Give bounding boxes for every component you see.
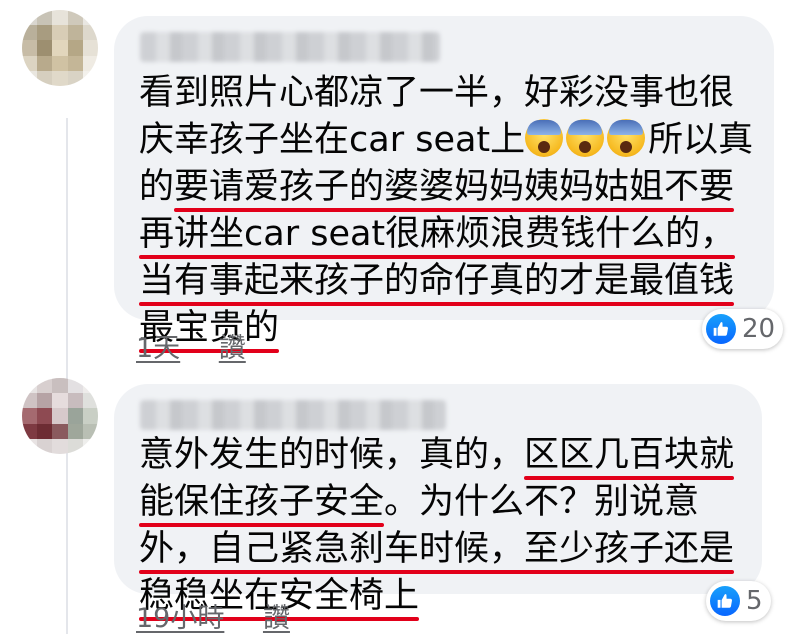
thumbs-up-icon [710,586,740,616]
avatar-pixel [52,10,68,26]
commenter-name-blurred[interactable] [140,400,446,430]
text-segment: 。为什么不？别说意 [384,482,700,522]
comment-line: 能保住孩子安全。为什么不？别说意 [139,479,734,527]
avatar-pixel [22,393,38,409]
avatar-pixel [52,393,68,409]
avatar-pixel [37,438,53,454]
highlighted-text: 要请爱孩子的婆婆妈妈姨妈姑姐不要 [174,164,735,212]
text-segment: 所以真 [648,120,754,160]
face-screaming-in-fear-icon [525,119,564,157]
avatar-pixel [52,378,68,394]
comment-timestamp[interactable]: 19小時 [136,603,224,634]
comment-line: 当有事起来孩子的命仔真的才是最值钱 [139,258,753,306]
comment-line: 庆幸孩子坐在car seat上 所以真 [139,117,753,164]
avatar-pixel [67,378,83,394]
comment-line: 再讲坐car seat很麻烦浪费钱什么的， [139,211,753,259]
avatar-pixel [37,55,53,71]
avatar-pixel [37,70,53,86]
avatar-pixel [22,55,38,71]
avatar-pixel [22,70,38,86]
reaction-count: 5 [746,586,763,616]
comment-meta: 19小時 讚 [136,596,290,635]
avatar-pixel [82,408,98,424]
avatar-pixel [22,25,38,41]
avatar-pixel [22,438,38,454]
reply-thread-line [66,118,68,634]
commenter-name-blurred[interactable] [140,32,440,62]
reaction-summary[interactable]: 5 [706,581,771,621]
avatar-pixel [37,408,53,424]
avatar-pixel [82,70,98,86]
avatar-pixel [82,423,98,439]
avatar-pixel [52,55,68,71]
text-segment: 意外发生的时候，真的， [139,435,525,475]
avatar-pixel [37,25,53,41]
highlighted-text: 能保住孩子安全 [139,479,385,527]
commenter-avatar[interactable] [22,378,98,454]
highlighted-text: 再讲坐car seat很麻烦浪费钱什么的， [139,211,736,259]
reaction-summary[interactable]: 20 [702,309,784,349]
like-action-link[interactable]: 讚 [263,603,290,634]
comment-bubble: 看到照片心都凉了一半，好彩没事也很 庆幸孩子坐在car seat上 所以真 的要请爱孩… [114,16,774,353]
comment-line: 外，自己紧急刹车时候，至少孩子还是 [139,526,735,574]
avatar-pixel [67,25,83,41]
avatar-pixel [22,423,38,439]
comment-bubble: 意外发生的时候，真的，区区几百块就 能保住孩子安全。为什么不？别说意 外，自己紧急刹… [114,384,762,621]
avatar-pixel [52,408,68,424]
avatar-pixel [82,25,98,41]
face-screaming-in-fear-icon [566,119,605,157]
text-segment: 庆幸孩子坐在car seat上 [139,120,526,160]
avatar-pixel [52,70,68,86]
avatar-pixel [22,408,38,424]
avatar-pixel [82,10,98,26]
comment-timestamp[interactable]: 1天 [136,333,180,364]
avatar-pixel [67,393,83,409]
avatar-pixel [82,55,98,71]
avatar-pixel [82,40,98,56]
comment-text: 意外发生的时候，真的，区区几百块就 能保住孩子安全。为什么不？别说意 外，自己紧急刹… [139,432,735,621]
avatar-pixel [52,40,68,56]
highlighted-text: 区区几百块就 [524,432,735,480]
avatar-pixel [52,438,68,454]
comment-line: 的要请爱孩子的婆婆妈妈姨妈姑姐不要 [139,164,753,212]
text-segment: 的 [139,167,175,207]
avatar-pixel [52,25,68,41]
avatar-pixel [37,423,53,439]
avatar-pixel [37,378,53,394]
highlighted-text: 外，自己紧急刹车时候，至少孩子还是 [139,526,735,574]
avatar-pixel [37,40,53,56]
avatar-pixel [67,10,83,26]
avatar-pixel [82,378,98,394]
avatar-pixel [37,393,53,409]
comment-line: 意外发生的时候，真的，区区几百块就 [139,432,735,480]
commenter-avatar[interactable] [22,10,98,86]
like-action-link[interactable]: 讚 [219,333,246,364]
comment-text: 看到照片心都凉了一半，好彩没事也很 庆幸孩子坐在car seat上 所以真 的要请爱孩… [139,70,753,353]
reaction-count: 20 [742,314,776,344]
highlighted-text: 当有事起来孩子的命仔真的才是最值钱 [139,258,735,306]
avatar-pixel [67,423,83,439]
text-segment: 看到照片心都凉了一半，好彩没事也很 [139,73,735,113]
thumbs-up-icon [706,314,736,344]
avatar-pixel [82,438,98,454]
avatar-pixel [52,423,68,439]
avatar-pixel [67,408,83,424]
avatar-pixel [67,55,83,71]
comment-meta: 1天 讚 [136,326,246,365]
avatar-pixel [22,378,38,394]
avatar-pixel [67,438,83,454]
avatar-pixel [67,70,83,86]
avatar-pixel [22,10,38,26]
avatar-pixel [82,393,98,409]
avatar-pixel [22,40,38,56]
avatar-pixel [67,40,83,56]
avatar-pixel [37,10,53,26]
comment-line: 看到照片心都凉了一半，好彩没事也很 [139,70,753,117]
face-screaming-in-fear-icon [607,119,646,157]
